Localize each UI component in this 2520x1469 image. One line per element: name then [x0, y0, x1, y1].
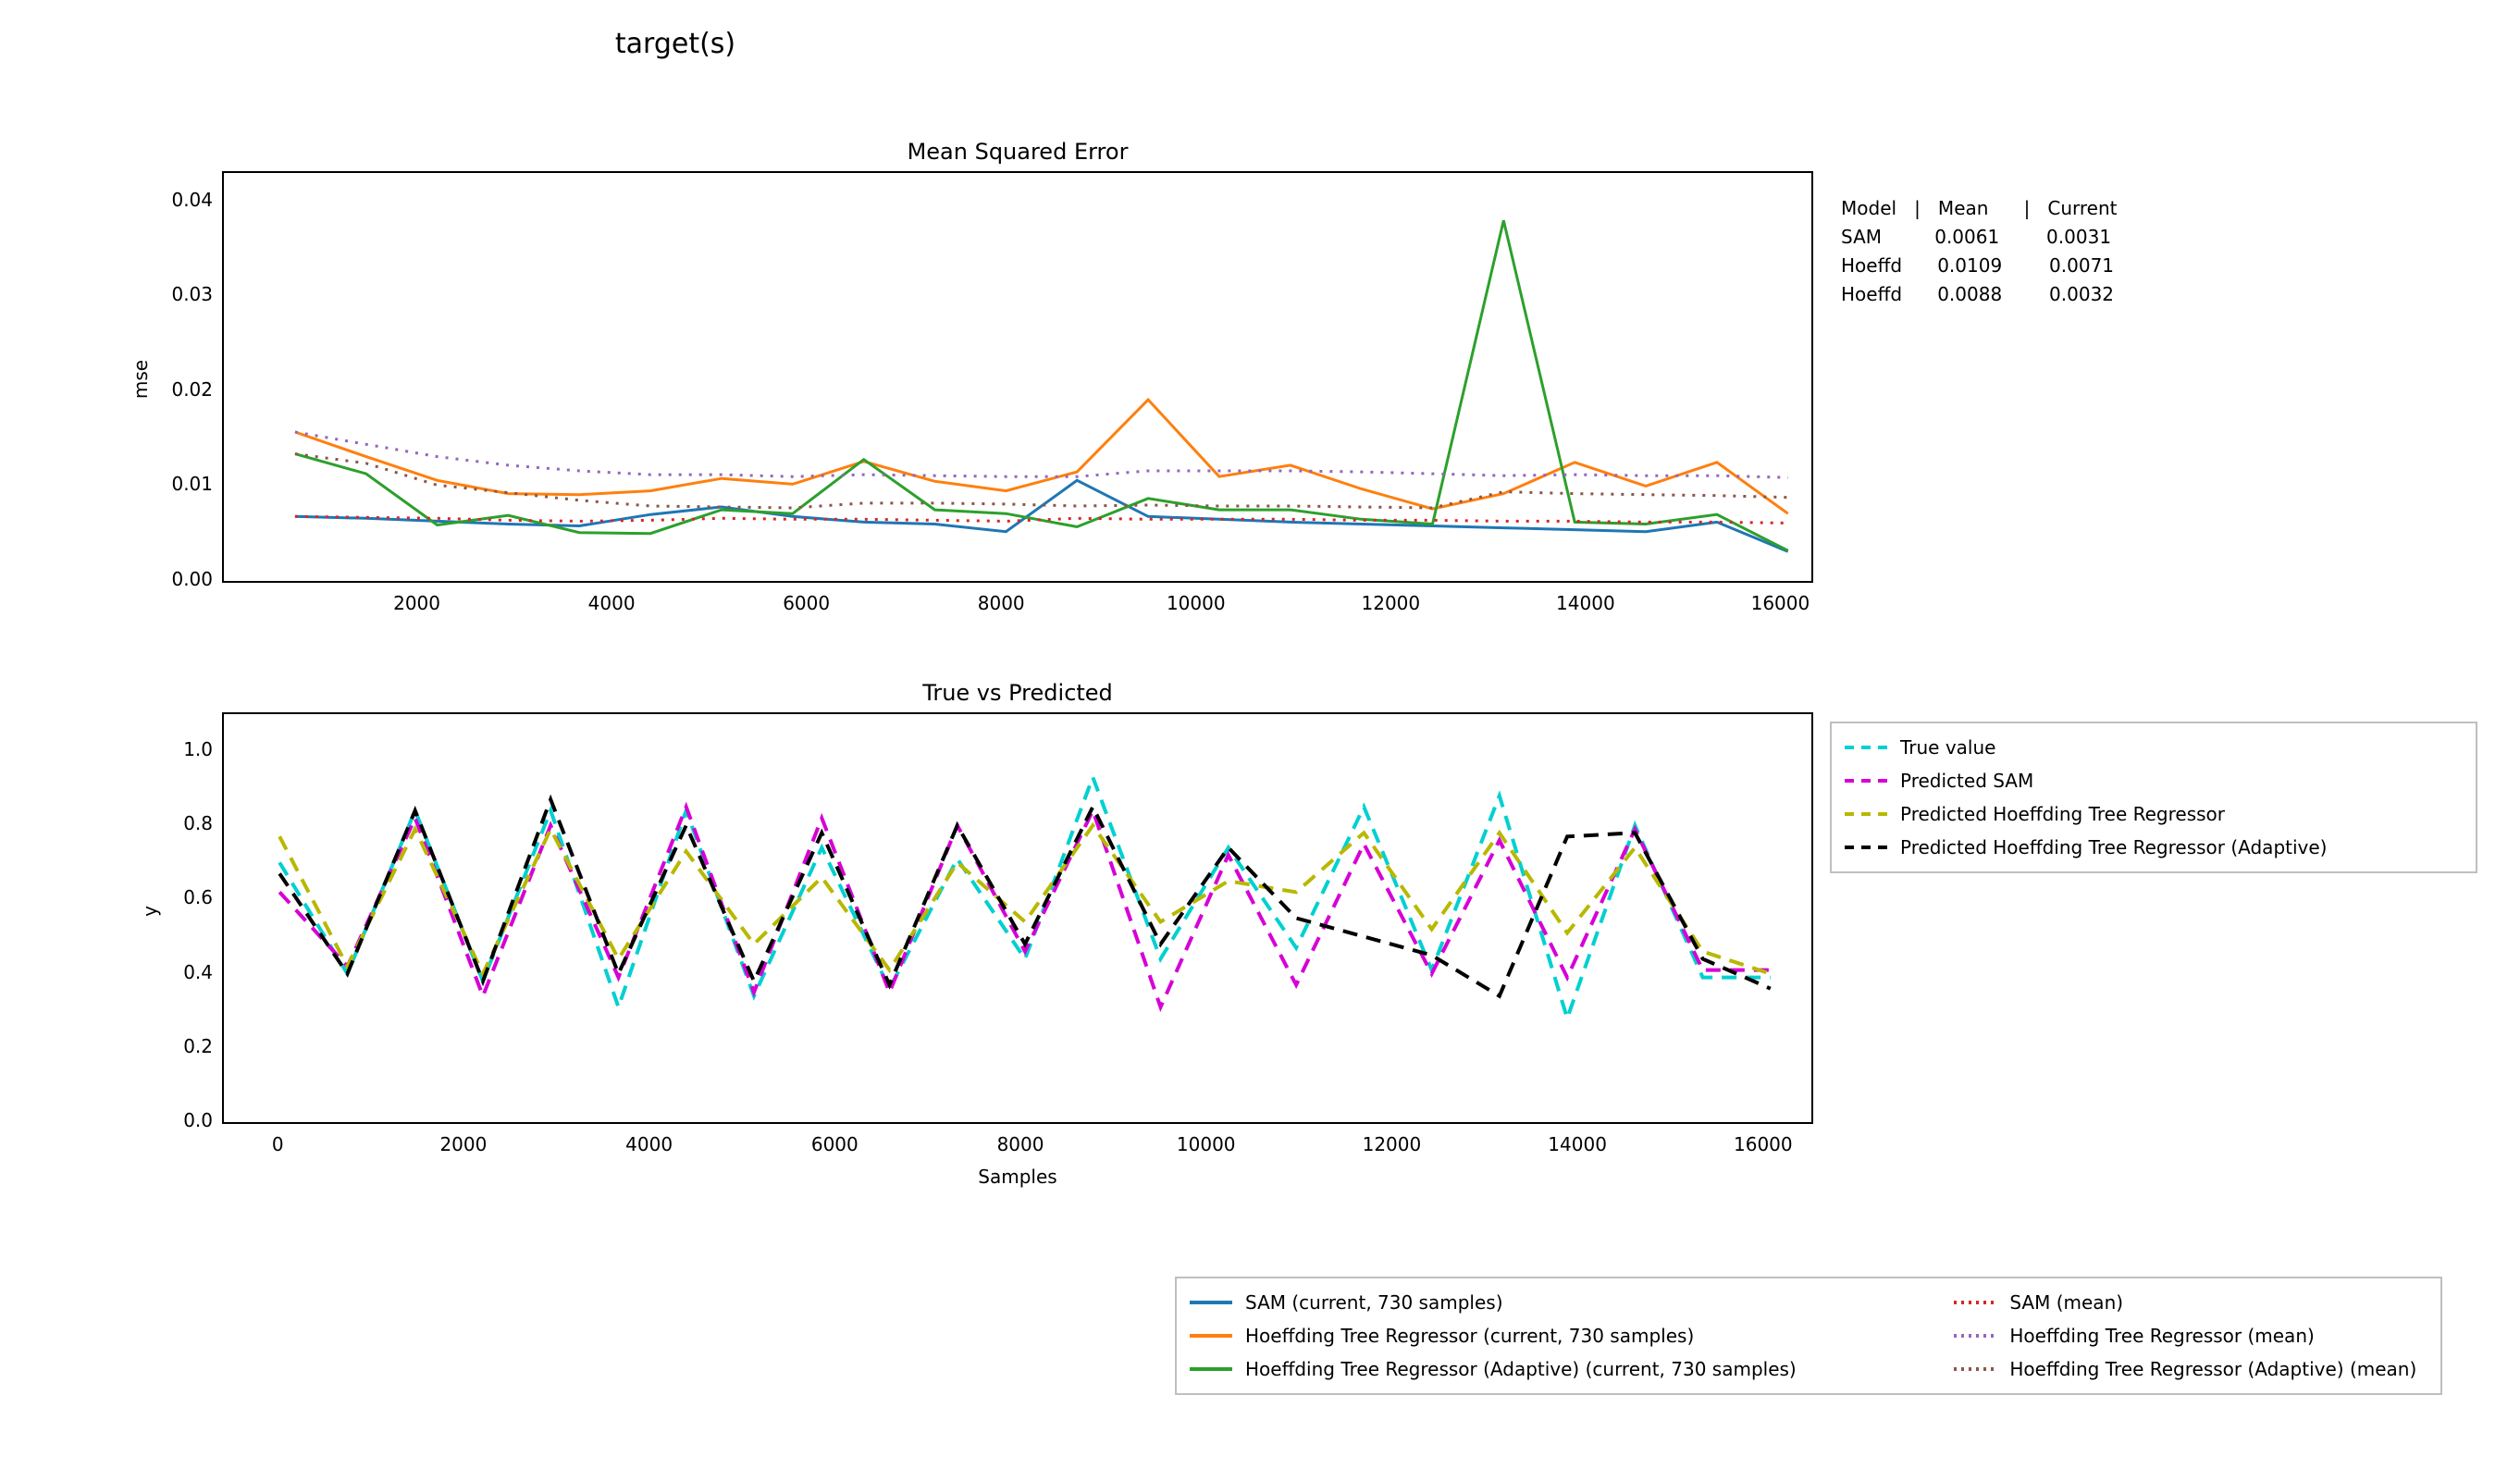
bottom-ytick: 0.2 — [176, 1035, 213, 1057]
pred-legend: True value Predicted SAM Predicted Hoeffdi… — [1830, 722, 2477, 873]
legend-label: Predicted Hoeffding Tree Regressor (Adap… — [1900, 836, 2327, 858]
series-hoeffding-tree-regressor-(current,-730-samples) — [295, 400, 1788, 513]
top-ytick: 0.03 — [167, 283, 213, 305]
bottom-xtick: 16000 — [1734, 1133, 1793, 1155]
mse-legend-col-left: SAM (current, 730 samples) Hoeffding Tree… — [1188, 1286, 1946, 1386]
bottom-xtick: 10000 — [1177, 1133, 1236, 1155]
bottom-ytick: 1.0 — [176, 738, 213, 760]
legend-label: Hoeffding Tree Regressor (Adaptive) (cur… — [1245, 1358, 1797, 1380]
mse-legend: SAM (current, 730 samples) Hoeffding Tree… — [1175, 1277, 2442, 1395]
bottom-ytick: 0.4 — [176, 961, 213, 983]
legend-item: Predicted Hoeffding Tree Regressor (Adap… — [1843, 831, 2464, 864]
legend-label: SAM (current, 730 samples) — [1245, 1291, 1503, 1314]
legend-item: True value — [1843, 731, 2464, 764]
top-xtick: 16000 — [1751, 592, 1810, 614]
top-xtick: 6000 — [783, 592, 830, 614]
legend-item: Predicted SAM — [1843, 764, 2464, 797]
legend-swatch — [1843, 838, 1889, 857]
legend-swatch — [1843, 738, 1889, 757]
top-ytick: 0.04 — [167, 189, 213, 211]
bottom-ytick: 0.8 — [176, 812, 213, 834]
top-title: Mean Squared Error — [222, 139, 1813, 165]
top-xtick: 12000 — [1362, 592, 1421, 614]
page: target(s) Mean Squared Error mse Model |… — [0, 0, 2520, 1469]
bottom-ylabel: y — [139, 897, 161, 925]
bottom-xtick: 6000 — [811, 1133, 859, 1155]
legend-label: Predicted SAM — [1900, 770, 2033, 792]
top-xtick: 4000 — [588, 592, 636, 614]
series-true-value — [279, 777, 1771, 1018]
bottom-xlabel: Samples — [222, 1166, 1813, 1188]
legend-swatch — [1843, 772, 1889, 790]
top-xtick: 2000 — [393, 592, 440, 614]
mse-legend-col-right: SAM (mean) Hoeffding Tree Regressor (mean… — [1952, 1286, 2424, 1386]
legend-label: SAM (mean) — [2009, 1291, 2123, 1314]
bottom-ytick: 0.0 — [176, 1109, 213, 1131]
legend-item: Hoeffding Tree Regressor (Adaptive) (mea… — [1952, 1352, 2424, 1386]
legend-swatch — [1188, 1327, 1234, 1345]
mse-plot — [222, 171, 1813, 583]
legend-item: Predicted Hoeffding Tree Regressor — [1843, 797, 2464, 831]
mse-svg — [224, 173, 1811, 581]
legend-swatch — [1843, 805, 1889, 823]
legend-item: Hoeffding Tree Regressor (Adaptive) (cur… — [1188, 1352, 1946, 1386]
legend-swatch — [1952, 1293, 1998, 1312]
pred-svg — [224, 714, 1811, 1122]
legend-item: Hoeffding Tree Regressor (mean) — [1952, 1319, 2424, 1352]
top-xtick: 10000 — [1167, 592, 1226, 614]
legend-swatch — [1952, 1360, 1998, 1378]
legend-item: SAM (mean) — [1952, 1286, 2424, 1319]
top-ytick: 0.02 — [167, 378, 213, 401]
bottom-xtick: 0 — [272, 1133, 284, 1155]
legend-label: Hoeffding Tree Regressor (mean) — [2009, 1325, 2314, 1347]
series-hoeffding-tree-regressor-(adaptive)-(current,-730-samples) — [295, 220, 1788, 550]
suptitle: target(s) — [0, 28, 1351, 60]
bottom-xtick: 12000 — [1363, 1133, 1422, 1155]
bottom-xtick: 8000 — [997, 1133, 1044, 1155]
top-xtick: 14000 — [1556, 592, 1615, 614]
bottom-xtick: 14000 — [1548, 1133, 1607, 1155]
legend-label: Predicted Hoeffding Tree Regressor — [1900, 803, 2225, 825]
bottom-ytick: 0.6 — [176, 886, 213, 908]
legend-label: True value — [1900, 736, 1995, 759]
top-ytick: 0.00 — [167, 568, 213, 590]
series-predicted-hoeffding-tree-regressor-(adaptive) — [279, 799, 1771, 995]
bottom-xtick: 2000 — [439, 1133, 487, 1155]
stats-table: Model | Mean | Current SAM 0.0061 0.0031… — [1841, 194, 2126, 309]
top-xtick: 8000 — [978, 592, 1025, 614]
top-ylabel: mse — [130, 352, 152, 407]
legend-label: Hoeffding Tree Regressor (current, 730 s… — [1245, 1325, 1694, 1347]
legend-item: Hoeffding Tree Regressor (current, 730 s… — [1188, 1319, 1946, 1352]
bottom-title: True vs Predicted — [222, 680, 1813, 706]
legend-swatch — [1952, 1327, 1998, 1345]
legend-label: Hoeffding Tree Regressor (Adaptive) (mea… — [2009, 1358, 2416, 1380]
pred-plot — [222, 712, 1813, 1124]
legend-swatch — [1188, 1293, 1234, 1312]
series-sam-(current,-730-samples) — [295, 480, 1788, 551]
top-ytick: 0.01 — [167, 473, 213, 495]
bottom-xtick: 4000 — [625, 1133, 673, 1155]
legend-item: SAM (current, 730 samples) — [1188, 1286, 1946, 1319]
legend-swatch — [1188, 1360, 1234, 1378]
series-predicted-sam — [279, 807, 1771, 1006]
